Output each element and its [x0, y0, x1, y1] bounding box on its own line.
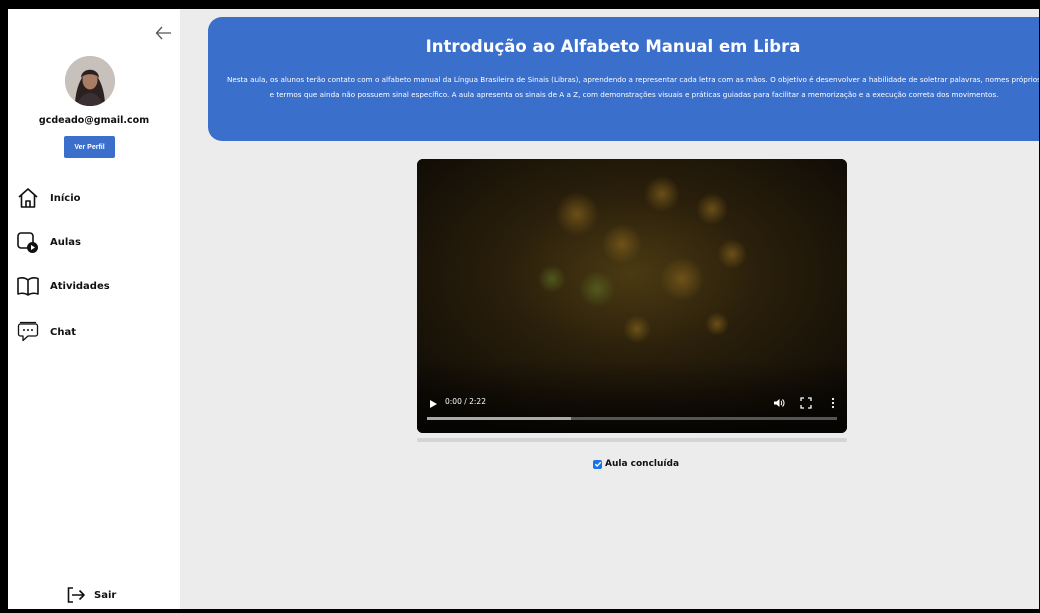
video-underbar: [417, 438, 847, 442]
video-progress-bar[interactable]: [427, 417, 837, 420]
more-options-icon[interactable]: [830, 397, 836, 409]
lesson-header: Introdução ao Alfabeto Manual em Libra N…: [208, 17, 1039, 141]
lesson-title: Introdução ao Alfabeto Manual em Libra: [425, 37, 801, 56]
user-email: gcdeado@gmail.com: [38, 115, 150, 126]
logout-button[interactable]: Sair: [66, 586, 116, 604]
sidebar-item-chat[interactable]: Chat: [16, 319, 76, 345]
home-icon: [18, 188, 38, 208]
lesson-description: Nesta aula, os alunos terão contato com …: [227, 75, 1039, 99]
arrow-left-icon[interactable]: [154, 23, 174, 43]
play-icon[interactable]: [427, 398, 439, 410]
logout-label: Sair: [94, 589, 117, 601]
video-controls: 0:00 / 2:22: [417, 381, 847, 433]
logout-icon: [67, 587, 85, 603]
lesson-complete-checkbox[interactable]: Aula concluída: [593, 459, 679, 469]
sidebar-item-label: Atividades: [50, 280, 110, 292]
chat-icon: [17, 321, 39, 342]
sidebar-item-label: Aulas: [50, 236, 81, 248]
avatar: [65, 56, 115, 106]
fullscreen-icon[interactable]: [800, 397, 812, 409]
sidebar-item-aulas[interactable]: Aulas: [16, 229, 81, 255]
view-profile-button[interactable]: Ver Perfil: [64, 136, 115, 158]
book-icon: [17, 277, 39, 296]
sidebar-item-label: Início: [50, 192, 81, 204]
checkbox-checked-icon[interactable]: [593, 459, 602, 469]
video-time: 0:00 / 2:22: [445, 397, 486, 406]
app-frame: gcdeado@gmail.com Ver Perfil Início Aula…: [8, 9, 1039, 609]
sidebar-item-inicio[interactable]: Início: [16, 185, 81, 211]
lesson-complete-label: Aula concluída: [605, 459, 680, 469]
sidebar-item-atividades[interactable]: Atividades: [16, 273, 110, 299]
video-lesson-icon: [17, 232, 38, 253]
video-buffer-bar: [427, 417, 571, 420]
volume-icon[interactable]: [773, 397, 785, 409]
sidebar: gcdeado@gmail.com Ver Perfil Início Aula…: [8, 9, 180, 609]
sidebar-item-label: Chat: [50, 326, 76, 338]
video-player[interactable]: 0:00 / 2:22: [417, 159, 847, 433]
